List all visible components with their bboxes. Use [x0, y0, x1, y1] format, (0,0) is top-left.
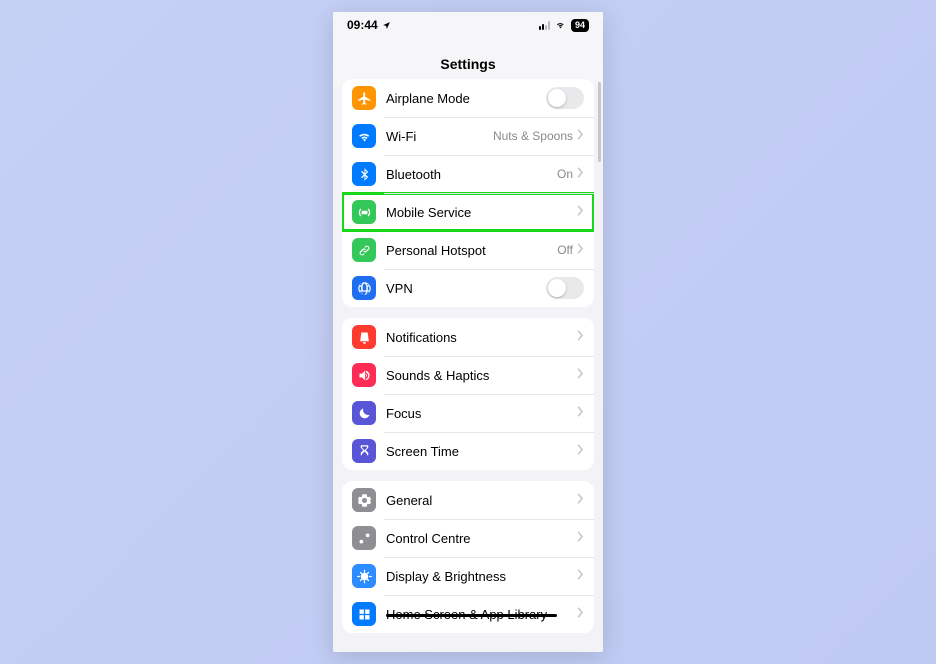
row-control-centre[interactable]: Control Centre: [342, 519, 594, 557]
row-screen-time[interactable]: Screen Time: [342, 432, 594, 470]
location-indicator-icon: [382, 21, 391, 30]
row-home-screen-app-library[interactable]: Home Screen & App Library: [342, 595, 594, 633]
toggle-vpn[interactable]: [546, 277, 584, 299]
row-value: Nuts & Spoons: [493, 129, 573, 143]
moon-icon: [352, 401, 376, 425]
wifi-status-icon: [554, 20, 567, 30]
hourglass-icon: [352, 439, 376, 463]
row-label: Control Centre: [386, 531, 577, 546]
row-label: Focus: [386, 406, 577, 421]
row-value: On: [557, 167, 573, 181]
phone-frame: 09:44 94 Settings Airplane ModeWi-FiNuts…: [333, 12, 603, 652]
chevron-right-icon: [577, 567, 584, 585]
row-sounds-haptics[interactable]: Sounds & Haptics: [342, 356, 594, 394]
row-mobile-service[interactable]: Mobile Service: [342, 193, 594, 231]
chevron-right-icon: [577, 404, 584, 422]
link-icon: [352, 238, 376, 262]
row-airplane-mode[interactable]: Airplane Mode: [342, 79, 594, 117]
row-label: Notifications: [386, 330, 577, 345]
chevron-right-icon: [577, 491, 584, 509]
row-label: Sounds & Haptics: [386, 368, 577, 383]
chevron-right-icon: [577, 442, 584, 460]
battery-indicator: 94: [571, 19, 589, 32]
settings-group: General Control Centre Display & Brightnes…: [342, 481, 594, 633]
scrollbar[interactable]: [598, 82, 601, 162]
row-value: Off: [557, 243, 573, 257]
sun-icon: [352, 564, 376, 588]
chevron-right-icon: [577, 241, 584, 259]
row-label: Bluetooth: [386, 167, 557, 182]
row-label: Display & Brightness: [386, 569, 577, 584]
row-label: Personal Hotspot: [386, 243, 557, 258]
status-bar: 09:44 94: [333, 12, 603, 38]
chevron-right-icon: [577, 605, 584, 623]
settings-scroll[interactable]: Airplane ModeWi-FiNuts & SpoonsBluetooth…: [333, 68, 603, 652]
row-label: Wi-Fi: [386, 129, 493, 144]
cellular-signal-icon: [539, 21, 550, 30]
row-vpn[interactable]: VPN: [342, 269, 594, 307]
gear-icon: [352, 488, 376, 512]
globe-icon: [352, 276, 376, 300]
row-label: Mobile Service: [386, 205, 577, 220]
row-display-brightness[interactable]: Display & Brightness: [342, 557, 594, 595]
switches-icon: [352, 526, 376, 550]
row-personal-hotspot[interactable]: Personal HotspotOff: [342, 231, 594, 269]
row-label: Home Screen & App Library: [386, 607, 577, 622]
chevron-right-icon: [577, 203, 584, 221]
row-bluetooth[interactable]: BluetoothOn: [342, 155, 594, 193]
clock: 09:44: [347, 18, 378, 32]
bluetooth-icon: [352, 162, 376, 186]
airplane-icon: [352, 86, 376, 110]
wifi-icon: [352, 124, 376, 148]
grid-icon: [352, 602, 376, 626]
settings-group: Notifications Sounds & Haptics Focus Screen…: [342, 318, 594, 470]
antenna-icon: [352, 200, 376, 224]
row-wi-fi[interactable]: Wi-FiNuts & Spoons: [342, 117, 594, 155]
row-focus[interactable]: Focus: [342, 394, 594, 432]
row-label: Screen Time: [386, 444, 577, 459]
chevron-right-icon: [577, 127, 584, 145]
row-general[interactable]: General: [342, 481, 594, 519]
chevron-right-icon: [577, 328, 584, 346]
chevron-right-icon: [577, 366, 584, 384]
speaker-icon: [352, 363, 376, 387]
row-notifications[interactable]: Notifications: [342, 318, 594, 356]
row-label: General: [386, 493, 577, 508]
chevron-right-icon: [577, 165, 584, 183]
bell-icon: [352, 325, 376, 349]
settings-group: Airplane ModeWi-FiNuts & SpoonsBluetooth…: [342, 79, 594, 307]
toggle-airplane-mode[interactable]: [546, 87, 584, 109]
row-label: Airplane Mode: [386, 91, 546, 106]
chevron-right-icon: [577, 529, 584, 547]
row-label: VPN: [386, 281, 546, 296]
